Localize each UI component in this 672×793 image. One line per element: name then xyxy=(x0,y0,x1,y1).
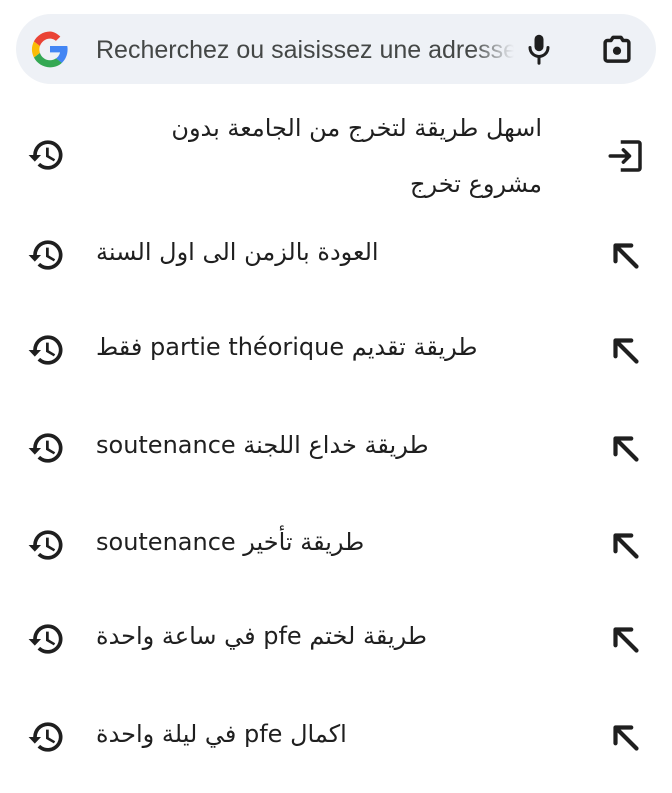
lens-camera-icon[interactable] xyxy=(598,31,636,69)
fill-query-arrow-icon[interactable] xyxy=(605,717,647,759)
suggestion-text: طريقة خداع اللجنة soutenance xyxy=(96,431,429,459)
suggestion-row[interactable]: اكمال pfe في ليلة واحدة xyxy=(0,712,672,762)
search-bar[interactable]: Recherchez ou saisissez une adresse xyxy=(16,14,656,84)
fill-query-arrow-icon[interactable] xyxy=(605,619,647,661)
fill-query-arrow-icon[interactable] xyxy=(605,235,647,277)
suggestion-row[interactable]: العودة بالزمن الى اول السنة xyxy=(0,230,672,280)
history-icon xyxy=(24,715,68,759)
open-in-tab-icon[interactable] xyxy=(605,135,647,177)
history-icon xyxy=(24,233,68,277)
suggestion-text: طريقة لختم pfe في ساعة واحدة xyxy=(96,622,428,650)
suggestion-row[interactable]: اسهل طريقة لتخرج من الجامعة بدون مشروع ت… xyxy=(0,108,672,208)
history-icon xyxy=(24,426,68,470)
suggestion-row[interactable]: طريقة خداع اللجنة soutenance xyxy=(0,423,672,473)
suggestion-text: اكمال pfe في ليلة واحدة xyxy=(96,720,347,748)
suggestion-text: طريقة تأخير soutenance xyxy=(96,528,365,556)
history-icon xyxy=(24,133,68,177)
suggestion-text: طريقة تقديم partie théorique فقط xyxy=(96,333,478,361)
fill-query-arrow-icon[interactable] xyxy=(605,525,647,567)
suggestion-row[interactable]: طريقة تأخير soutenance xyxy=(0,520,672,570)
suggestion-text: العودة بالزمن الى اول السنة xyxy=(96,238,379,266)
fill-query-arrow-icon[interactable] xyxy=(605,428,647,470)
fill-query-arrow-icon[interactable] xyxy=(605,330,647,372)
microphone-icon[interactable] xyxy=(521,31,557,67)
history-icon xyxy=(24,617,68,661)
history-icon xyxy=(24,328,68,372)
history-icon xyxy=(24,523,68,567)
suggestion-text: اسهل طريقة لتخرج من الجامعة بدون مشروع ت… xyxy=(171,114,542,198)
suggestion-row[interactable]: طريقة تقديم partie théorique فقط xyxy=(0,325,672,375)
suggestion-row[interactable]: طريقة لختم pfe في ساعة واحدة xyxy=(0,614,672,664)
search-input[interactable]: Recherchez ou saisissez une adresse xyxy=(96,34,514,66)
google-g-icon xyxy=(30,29,70,69)
